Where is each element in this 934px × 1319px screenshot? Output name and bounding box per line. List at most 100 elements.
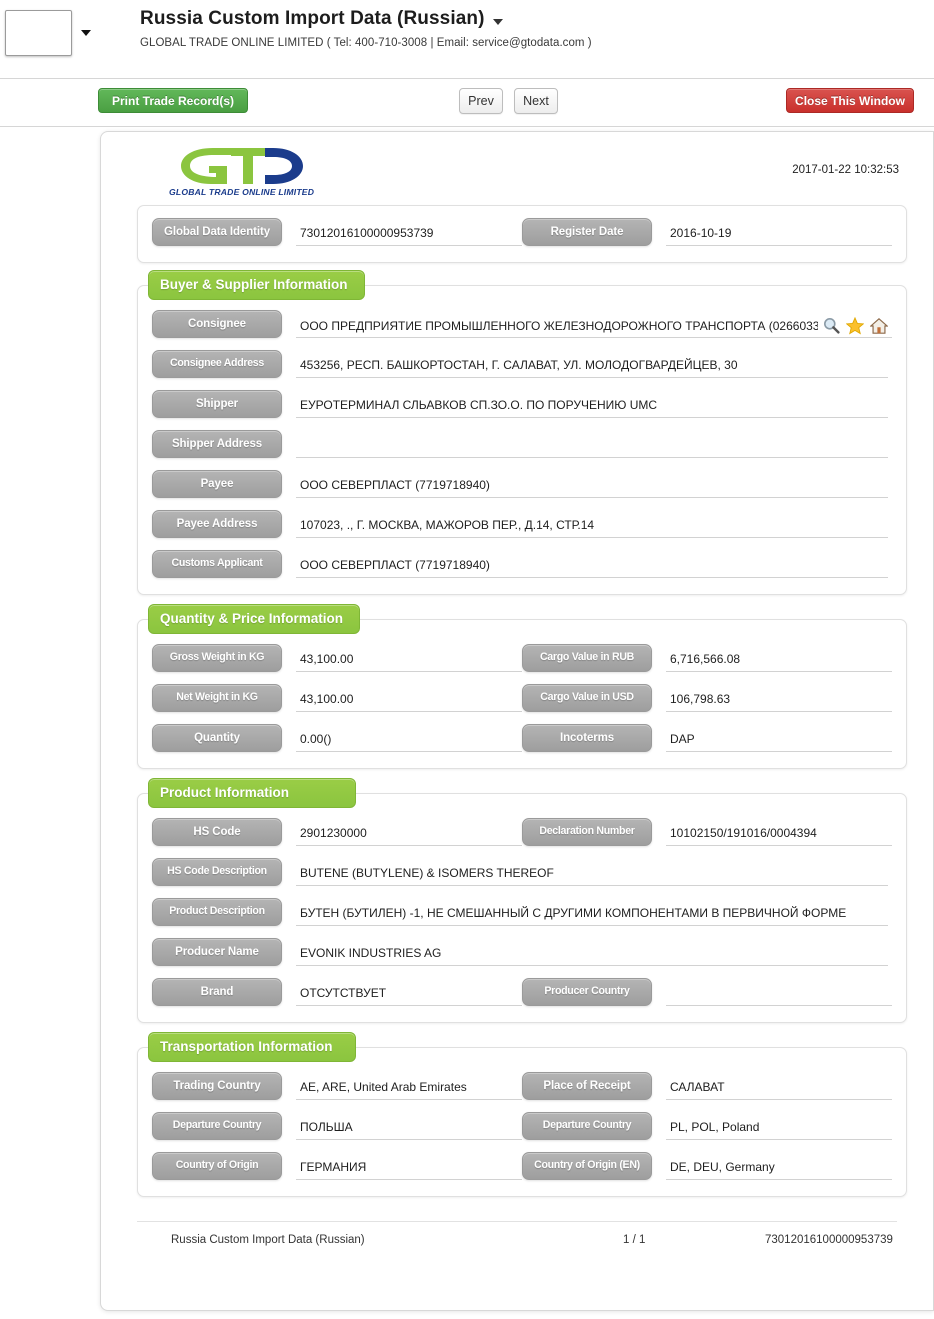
company-contact-line: GLOBAL TRADE ONLINE LIMITED ( Tel: 400-7… <box>140 37 592 49</box>
country-of-origin-en-label: Country of Origin (EN) <box>522 1152 652 1180</box>
gross-weight-field: Gross Weight in KG 43,100.00 <box>152 644 522 672</box>
shipper-value[interactable]: ЕУРОТЕРМИНАЛ СЛЬАВКОВ СП.ЗО.О. ПО ПОРУЧЕ… <box>296 390 888 418</box>
close-this-window-button[interactable]: Close This Window <box>786 88 914 113</box>
trading-country-label: Trading Country <box>152 1072 282 1100</box>
cargo-value-rub-label: Cargo Value in RUB <box>522 644 652 672</box>
consignee-field: Consignee ООО ПРЕДПРИЯТИЕ ПРОМЫШЛЕННОГО … <box>152 310 892 338</box>
language-selector[interactable] <box>5 10 91 56</box>
country-of-origin-field: Country of Origin ГЕРМАНИЯ <box>152 1152 522 1180</box>
footer-dataset-name: Russia Custom Import Data (Russian) <box>171 1234 365 1246</box>
cargo-value-usd-label: Cargo Value in USD <box>522 684 652 712</box>
customs-applicant-value[interactable]: ООО СЕВЕРПЛАСТ (7719718940) <box>296 550 888 578</box>
shipper-row: Shipper ЕУРОТЕРМИНАЛ СЛЬАВКОВ СП.ЗО.О. П… <box>152 390 892 418</box>
prev-button[interactable]: Prev <box>459 88 503 114</box>
gto-logo-wordmark: GLOBAL TRADE ONLINE LIMITED <box>169 187 315 197</box>
register-date-value[interactable]: 2016-10-19 <box>666 218 892 246</box>
producer-name-label: Producer Name <box>152 938 282 966</box>
place-of-receipt-field: Place of Receipt САЛАВАТ <box>522 1072 892 1100</box>
search-icon[interactable] <box>820 316 842 336</box>
consignee-value-wrap: ООО ПРЕДПРИЯТИЕ ПРОМЫШЛЕННОГО ЖЕЛЕЗНОДОР… <box>296 310 892 338</box>
incoterms-field: Incoterms DAP <box>522 724 892 752</box>
customs-applicant-row: Customs Applicant ООО СЕВЕРПЛАСТ (771971… <box>152 550 892 578</box>
weight-rub-row: Gross Weight in KG 43,100.00 Cargo Value… <box>152 644 892 672</box>
trading-country-value[interactable]: AE, ARE, United Arab Emirates <box>296 1072 522 1100</box>
register-date-label: Register Date <box>522 218 652 246</box>
header-title-block: Russia Custom Import Data (Russian) GLOB… <box>140 8 592 49</box>
cargo-value-usd-value[interactable]: 106,798.63 <box>666 684 892 712</box>
quantity-value[interactable]: 0.00() <box>296 724 522 752</box>
payee-address-field: Payee Address 107023, ., Г. МОСКВА, МАЖО… <box>152 510 892 538</box>
country-of-origin-label: Country of Origin <box>152 1152 282 1180</box>
hs-code-description-row: HS Code Description BUTENE (BUTYLENE) & … <box>152 858 892 886</box>
section-buyer-supplier: Buyer & Supplier Information Consignee О… <box>137 270 907 595</box>
declaration-number-value[interactable]: 10102150/191016/0004394 <box>666 818 892 846</box>
product-description-field: Product Description БУТЕН (БУТИЛЕН) -1, … <box>152 898 892 926</box>
consignee-address-value[interactable]: 453256, РЕСП. БАШКОРТОСТАН, Г. САЛАВАТ, … <box>296 350 888 378</box>
app-header: Russia Custom Import Data (Russian) GLOB… <box>0 0 934 79</box>
russia-flag-icon[interactable] <box>5 10 72 56</box>
document-header: GLOBAL TRADE ONLINE LIMITED 2017-01-22 1… <box>125 142 909 205</box>
consignee-address-row: Consignee Address 453256, РЕСП. БАШКОРТО… <box>152 350 892 378</box>
hs-code-description-value[interactable]: BUTENE (BUTYLENE) & ISOMERS THEREOF <box>296 858 888 886</box>
consignee-address-label: Consignee Address <box>152 350 282 378</box>
global-identity-box: Global Data Identity 7301201610000095373… <box>137 205 907 263</box>
country-of-origin-row: Country of Origin ГЕРМАНИЯ Country of Or… <box>152 1152 892 1180</box>
gto-logo-mark <box>181 148 303 184</box>
departure-country-label: Departure Country <box>152 1112 282 1140</box>
chevron-down-icon[interactable] <box>81 30 91 36</box>
brand-value[interactable]: ОТСУТСТВУЕТ <box>296 978 522 1006</box>
gto-logo: GLOBAL TRADE ONLINE LIMITED <box>169 145 319 197</box>
incoterms-label: Incoterms <box>522 724 652 752</box>
shipper-address-field: Shipper Address <box>152 430 892 458</box>
payee-value[interactable]: ООО СЕВЕРПЛАСТ (7719718940) <box>296 470 888 498</box>
country-of-origin-en-field: Country of Origin (EN) DE, DEU, Germany <box>522 1152 892 1180</box>
country-of-origin-en-value[interactable]: DE, DEU, Germany <box>666 1152 892 1180</box>
shipper-address-label: Shipper Address <box>152 430 282 458</box>
print-trade-records-button[interactable]: Print Trade Record(s) <box>98 88 248 113</box>
producer-name-value[interactable]: EVONIK INDUSTRIES AG <box>296 938 888 966</box>
section-transportation: Transportation Information Trading Count… <box>137 1032 907 1197</box>
global-data-identity-value[interactable]: 73012016100000953739 <box>296 218 522 246</box>
place-of-receipt-value[interactable]: САЛАВАТ <box>666 1072 892 1100</box>
producer-country-value[interactable] <box>666 978 892 1006</box>
next-button[interactable]: Next <box>514 88 558 114</box>
producer-country-label: Producer Country <box>522 978 652 1006</box>
global-data-identity-field: Global Data Identity 7301201610000095373… <box>152 218 522 246</box>
hs-code-declaration-row: HS Code 2901230000 Declaration Number 10… <box>152 818 892 846</box>
hs-code-value[interactable]: 2901230000 <box>296 818 522 846</box>
departure-country-en-value[interactable]: PL, POL, Poland <box>666 1112 892 1140</box>
payee-address-label: Payee Address <box>152 510 282 538</box>
country-of-origin-value[interactable]: ГЕРМАНИЯ <box>296 1152 522 1180</box>
payee-address-value[interactable]: 107023, ., Г. МОСКВА, МАЖОРОВ ПЕР., Д.14… <box>296 510 888 538</box>
gross-weight-label: Gross Weight in KG <box>152 644 282 672</box>
product-description-label: Product Description <box>152 898 282 926</box>
shipper-address-value[interactable] <box>296 430 888 458</box>
departure-country-en-field: Departure Country PL, POL, Poland <box>522 1112 892 1140</box>
page-title-text: Russia Custom Import Data (Russian) <box>140 8 485 29</box>
net-weight-value[interactable]: 43,100.00 <box>296 684 522 712</box>
star-icon[interactable] <box>844 316 866 336</box>
section-product: Product Information HS Code 2901230000 D… <box>137 778 907 1023</box>
document-timestamp: 2017-01-22 10:32:53 <box>792 164 899 176</box>
declaration-number-field: Declaration Number 10102150/191016/00043… <box>522 818 892 846</box>
net-weight-usd-row: Net Weight in KG 43,100.00 Cargo Value i… <box>152 684 892 712</box>
payee-address-row: Payee Address 107023, ., Г. МОСКВА, МАЖО… <box>152 510 892 538</box>
payee-row: Payee ООО СЕВЕРПЛАСТ (7719718940) <box>152 470 892 498</box>
brand-field: Brand ОТСУТСТВУЕТ <box>152 978 522 1006</box>
departure-country-value[interactable]: ПОЛЬША <box>296 1112 522 1140</box>
payee-label: Payee <box>152 470 282 498</box>
section-title-product: Product Information <box>148 778 356 808</box>
trade-record-document: GLOBAL TRADE ONLINE LIMITED 2017-01-22 1… <box>100 131 934 1311</box>
consignee-label: Consignee <box>152 310 282 338</box>
producer-name-row: Producer Name EVONIK INDUSTRIES AG <box>152 938 892 966</box>
home-icon[interactable] <box>868 316 890 336</box>
gross-weight-value[interactable]: 43,100.00 <box>296 644 522 672</box>
title-chevron-down-icon[interactable] <box>492 18 503 25</box>
cargo-value-usd-field: Cargo Value in USD 106,798.63 <box>522 684 892 712</box>
cargo-value-rub-value[interactable]: 6,716,566.08 <box>666 644 892 672</box>
product-description-value[interactable]: БУТЕН (БУТИЛЕН) -1, НЕ СМЕШАННЫЙ С ДРУГИ… <box>296 898 888 926</box>
incoterms-value[interactable]: DAP <box>666 724 892 752</box>
identity-row: Global Data Identity 7301201610000095373… <box>152 218 892 246</box>
trading-country-receipt-row: Trading Country AE, ARE, United Arab Emi… <box>152 1072 892 1100</box>
shipper-label: Shipper <box>152 390 282 418</box>
